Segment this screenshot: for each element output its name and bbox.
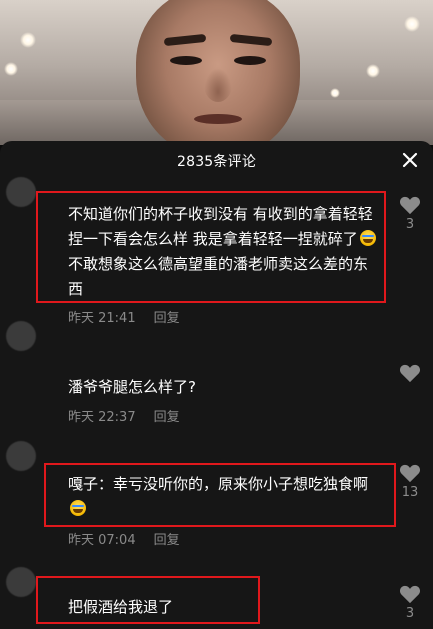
comment-text-part: 不知道你们的杯子收到没有 有收到的拿着轻轻捏一下看会怎么样 我是拿着轻轻一捏就碎…: [68, 205, 373, 248]
comment-sheet: 2835条评论 不知道你们的杯子收到没有 有收到的拿着轻轻捏一下看会怎么样 我是…: [0, 141, 433, 629]
reply-button[interactable]: 回复: [154, 410, 180, 425]
nose: [204, 68, 232, 102]
like-count: 13: [401, 485, 419, 500]
like-button[interactable]: 3: [395, 584, 425, 621]
comment-time: 昨天 07:04: [68, 533, 136, 548]
comment-count-title: 2835条评论: [176, 154, 257, 170]
avatar[interactable]: [6, 567, 36, 597]
mouth: [194, 114, 242, 124]
comment-text: 嘎子：幸亏没听你的，原来你小子想吃独食啊: [68, 472, 380, 522]
eyebrow: [163, 33, 207, 47]
like-count: 3: [405, 217, 415, 232]
comment-text: 潘爷爷腿怎么样了?: [68, 375, 388, 400]
comment-text-part: 嘎子：幸亏没听你的，原来你小子想吃独食啊: [68, 475, 369, 493]
like-button[interactable]: 13: [395, 463, 425, 500]
heart-icon: [399, 464, 421, 483]
avatar[interactable]: [6, 321, 36, 351]
close-icon[interactable]: [400, 150, 420, 170]
ceiling-light: [404, 16, 420, 32]
eye: [170, 56, 202, 65]
like-button[interactable]: [395, 363, 425, 385]
comment-time: 昨天 21:41: [68, 311, 136, 326]
laughing-tears-emoji-icon: [359, 230, 376, 246]
comment-text-part: 潘爷爷腿怎么样了?: [68, 378, 196, 396]
eye: [234, 56, 266, 65]
ceiling-light: [20, 32, 36, 48]
comment-meta: 昨天 21:41 回复: [68, 307, 180, 326]
comment-text-part: 不敢想象这么德高望重的潘老师卖这么差的东西: [68, 255, 369, 298]
comment-text-part: 把假酒给我退了: [68, 598, 174, 616]
comment-time: 昨天 22:37: [68, 410, 136, 425]
heart-icon: [399, 585, 421, 604]
heart-icon: [399, 196, 421, 215]
comment-sheet-header: 2835条评论: [0, 141, 433, 179]
laughing-tears-emoji-icon: [70, 500, 86, 516]
eyebrow: [229, 33, 273, 47]
like-count: 3: [405, 606, 415, 621]
comment-meta: 昨天 07:04 回复: [68, 529, 180, 548]
reply-button[interactable]: 回复: [154, 533, 180, 548]
like-button[interactable]: 3: [395, 195, 425, 232]
person-face: [136, 0, 300, 145]
heart-icon: [399, 364, 421, 383]
comment-text: 把假酒给我退了: [68, 595, 388, 620]
ceiling-light: [330, 88, 340, 98]
avatar[interactable]: [6, 177, 36, 207]
avatar[interactable]: [6, 441, 36, 471]
comment-text: 不知道你们的杯子收到没有 有收到的拿着轻轻捏一下看会怎么样 我是拿着轻轻一捏就碎…: [68, 202, 380, 302]
video-background: [0, 0, 433, 145]
comment-meta: 昨天 22:37 回复: [68, 406, 180, 425]
ceiling-light: [4, 62, 18, 76]
ceiling-light: [366, 64, 380, 78]
reply-button[interactable]: 回复: [154, 311, 180, 326]
